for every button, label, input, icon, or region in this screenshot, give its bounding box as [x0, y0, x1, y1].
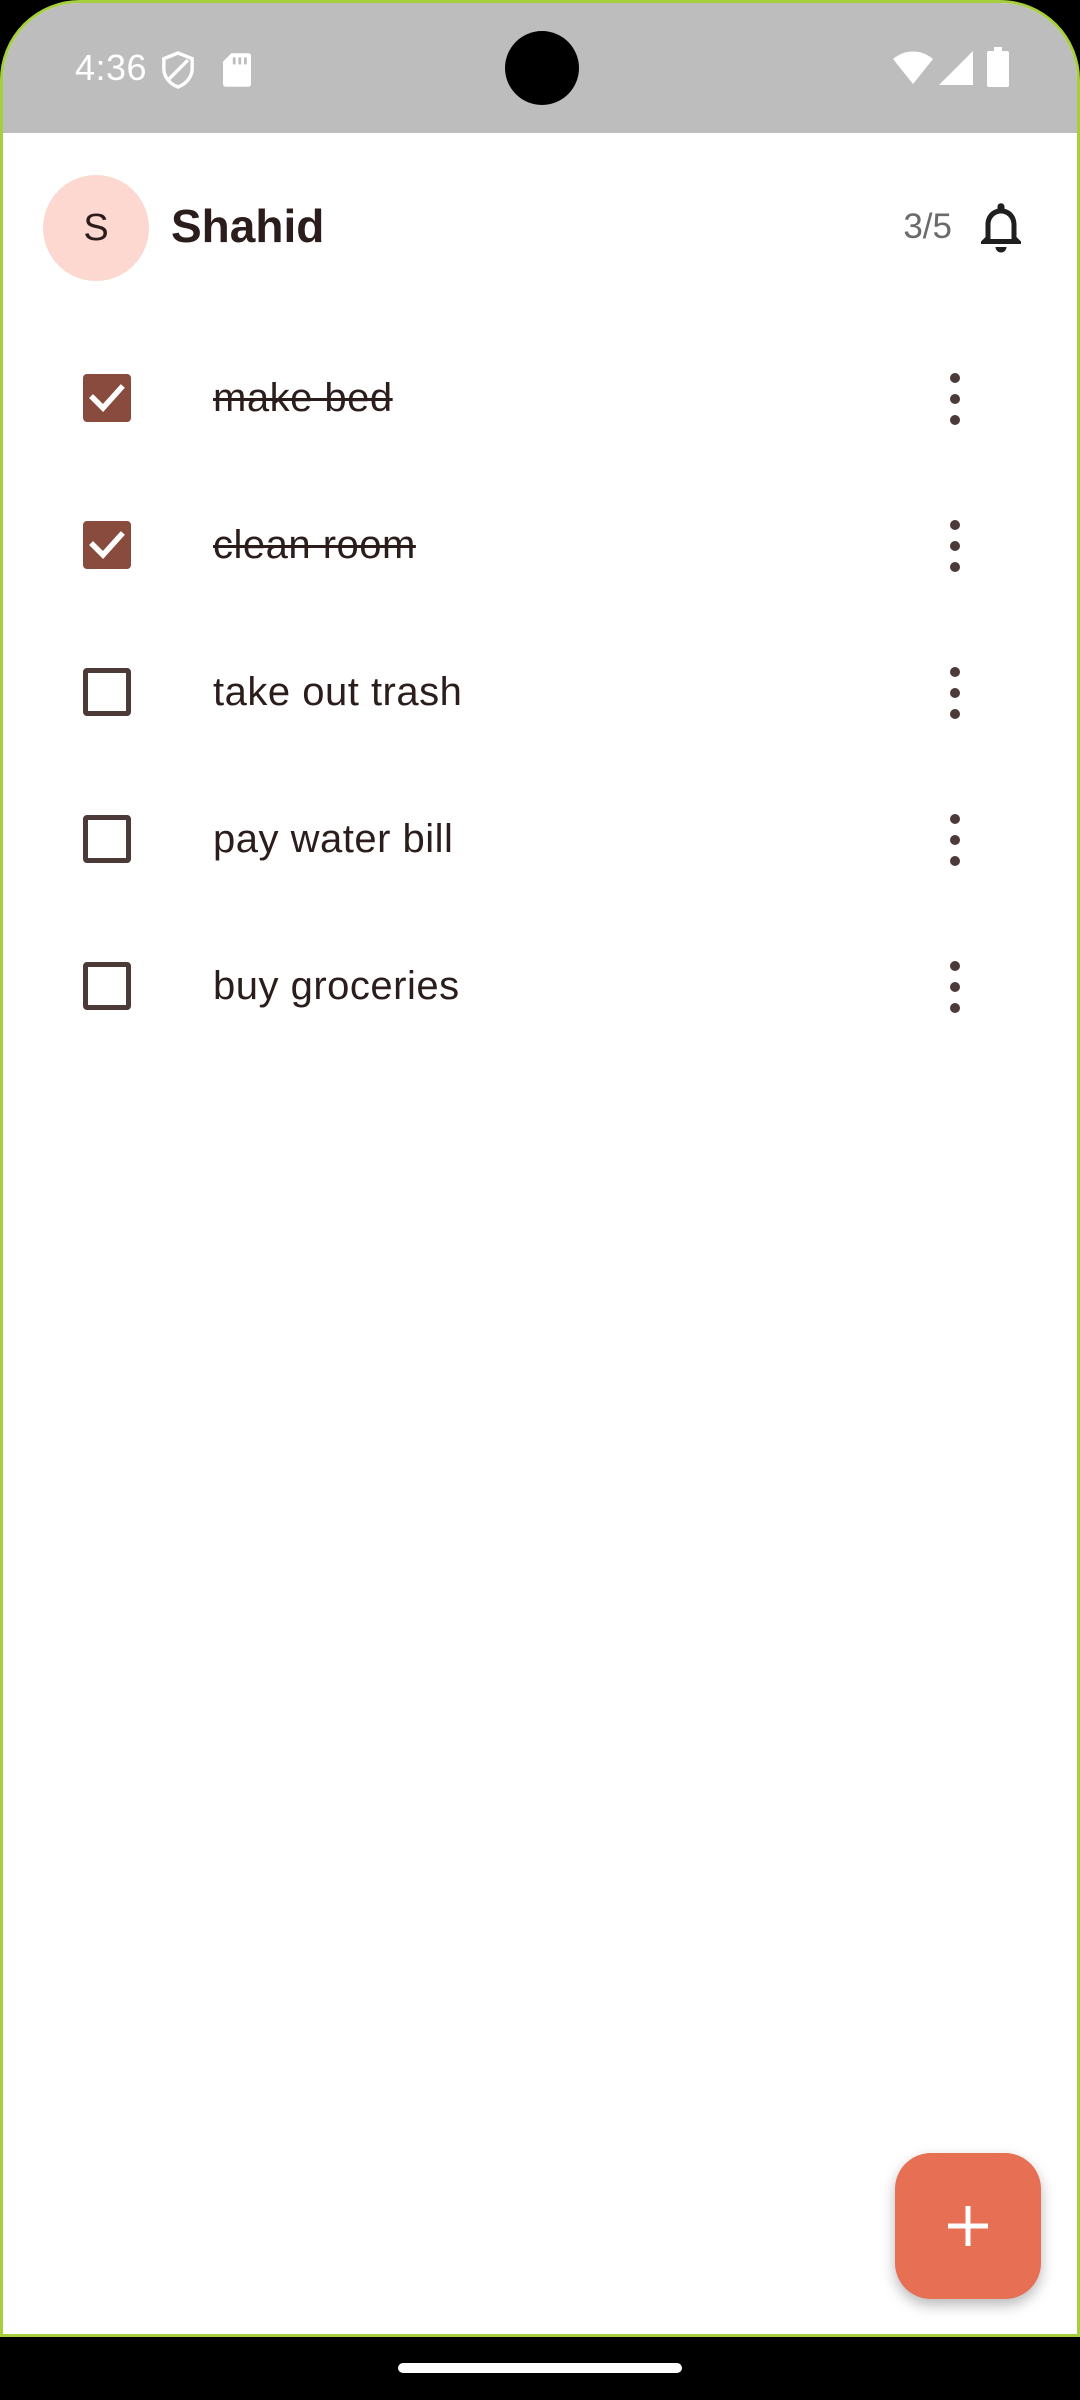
device-frame: 4:36 S Shahid 3/5 make bed clean room ta… — [0, 0, 1080, 2400]
gesture-nav-handle[interactable] — [398, 2363, 682, 2373]
check-icon — [89, 384, 125, 412]
avatar-initial: S — [83, 206, 109, 249]
more-options-icon[interactable] — [943, 810, 967, 870]
battery-icon — [987, 47, 1009, 87]
task-label: buy groceries — [213, 964, 460, 1008]
notification-bell-icon[interactable] — [971, 197, 1031, 257]
more-options-icon[interactable] — [943, 663, 967, 723]
task-checkbox-checked[interactable] — [83, 374, 131, 422]
camera-cutout — [505, 31, 579, 105]
wifi-icon — [893, 51, 933, 84]
app-screen: 4:36 S Shahid 3/5 make bed clean room ta… — [0, 0, 1080, 2337]
task-row[interactable]: clean room — [3, 480, 1077, 627]
add-task-button[interactable] — [895, 2153, 1041, 2299]
task-checkbox-checked[interactable] — [83, 521, 131, 569]
task-checkbox-unchecked[interactable] — [83, 668, 131, 716]
check-icon — [89, 531, 125, 559]
more-options-icon[interactable] — [943, 957, 967, 1017]
app-header: S Shahid 3/5 — [3, 173, 1077, 283]
user-name: Shahid — [171, 200, 325, 252]
task-label: pay water bill — [213, 817, 454, 861]
avatar[interactable]: S — [43, 175, 149, 281]
plus-icon — [948, 2206, 988, 2246]
sd-card-icon — [223, 53, 251, 87]
cellular-signal-icon — [939, 51, 973, 85]
task-row[interactable]: buy groceries — [3, 921, 1077, 1068]
more-options-icon[interactable] — [943, 516, 967, 576]
task-label: make bed — [213, 376, 393, 420]
task-row[interactable]: take out trash — [3, 627, 1077, 774]
shield-icon — [162, 51, 194, 89]
task-checkbox-unchecked[interactable] — [83, 962, 131, 1010]
task-label: take out trash — [213, 670, 463, 714]
status-time: 4:36 — [75, 47, 148, 88]
task-checkbox-unchecked[interactable] — [83, 815, 131, 863]
progress-count: 3/5 — [903, 207, 952, 246]
task-row[interactable]: pay water bill — [3, 774, 1077, 921]
task-label: clean room — [213, 523, 416, 567]
task-row[interactable]: make bed — [3, 333, 1077, 480]
more-options-icon[interactable] — [943, 369, 967, 429]
status-bar: 4:36 — [3, 3, 1077, 133]
